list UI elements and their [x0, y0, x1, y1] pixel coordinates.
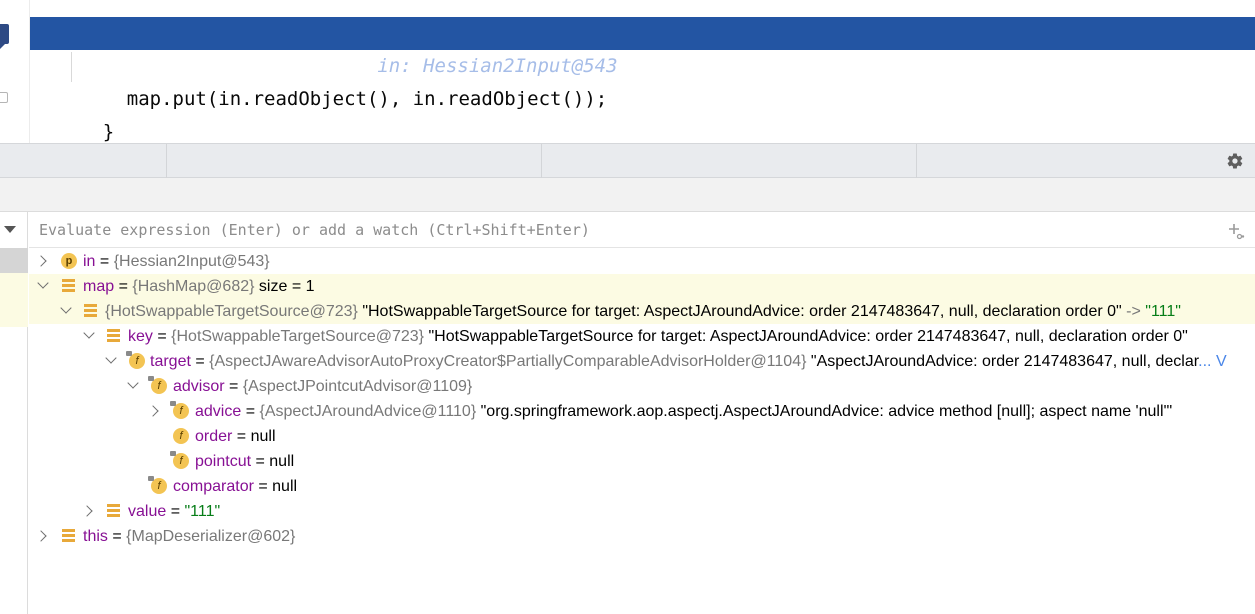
field-icon: f	[173, 428, 189, 444]
chevron-down-icon[interactable]	[127, 377, 139, 389]
variable-size: size = 1	[254, 278, 315, 295]
code-editor[interactable]: while (! in.isEnd()) { in: Hessian2Input…	[0, 0, 1255, 143]
tree-row-advice[interactable]: f advice = {AspectJAroundAdvice@1110} "o…	[29, 399, 1255, 424]
code-line[interactable]: }	[30, 83, 1255, 143]
toolbar-divider	[166, 144, 167, 178]
tree-row-map-entry[interactable]: {HotSwappableTargetSource@723} "HotSwapp…	[29, 299, 1255, 324]
tree-row-in[interactable]: p in = {Hessian2Input@543}	[29, 249, 1255, 274]
variable-description: "HotSwappableTargetSource for target: As…	[362, 303, 1122, 320]
variable-name: comparator	[173, 478, 254, 495]
tree-row-map[interactable]: map = {HashMap@682} size = 1	[29, 274, 1255, 299]
evaluate-bar	[29, 212, 1255, 248]
this-field-icon	[61, 528, 77, 544]
variable-name: key	[128, 328, 153, 345]
variable-name: value	[128, 503, 167, 520]
chevron-right-icon[interactable]	[35, 530, 47, 542]
tree-row-this[interactable]: this = {MapDeserializer@602}	[29, 524, 1255, 549]
variable-value: null	[250, 428, 276, 445]
variable-value: "111"	[1145, 303, 1181, 320]
chevron-down-icon[interactable]	[4, 226, 16, 233]
variable-name: this	[83, 528, 108, 545]
chevron-right-icon[interactable]	[147, 405, 159, 417]
variable-type: {AspectJPointcutAdvisor@1109}	[242, 378, 473, 395]
key-field-icon	[106, 328, 122, 344]
parameter-icon: p	[61, 253, 77, 269]
chevron-down-icon[interactable]	[83, 327, 95, 339]
variable-name: advisor	[173, 378, 225, 395]
variable-description: "HotSwappableTargetSource for target: As…	[428, 328, 1188, 345]
map-field-icon	[61, 278, 77, 294]
chevron-down-icon[interactable]	[105, 352, 117, 364]
variables-tree[interactable]: p in = {Hessian2Input@543} map = {HashMa…	[29, 249, 1255, 614]
field-icon: f	[170, 401, 189, 419]
gear-icon[interactable]	[1226, 152, 1244, 170]
variable-type: {HotSwappableTargetSource@723}	[171, 328, 424, 345]
variable-name: pointcut	[195, 453, 252, 470]
tree-row-value[interactable]: value = "111"	[29, 499, 1255, 524]
tree-row-advisor[interactable]: f advisor = {AspectJPointcutAdvisor@1109…	[29, 374, 1255, 399]
field-icon: f	[126, 351, 145, 369]
tree-row-order[interactable]: f order = null	[29, 424, 1255, 449]
tree-row-target[interactable]: f target = {AspectJAwareAdvisorAutoProxy…	[29, 349, 1255, 374]
variable-name: in	[83, 253, 96, 270]
gutter-fold-icon[interactable]	[0, 92, 8, 103]
debugger-toolbar	[0, 143, 1255, 178]
variable-type: {MapDeserializer@602}	[126, 528, 296, 545]
variable-type: {AspectJAwareAdvisorAutoProxyCreator$Par…	[209, 353, 807, 370]
code-text: }	[102, 121, 115, 143]
toolbar-divider	[541, 144, 542, 178]
frame-highlight	[0, 273, 28, 327]
chevron-right-icon[interactable]	[81, 505, 93, 517]
field-icon: f	[148, 376, 167, 394]
field-icon: f	[148, 476, 167, 494]
variable-name: order	[195, 428, 233, 445]
view-more-link[interactable]: ... V	[1198, 353, 1226, 370]
selected-frame[interactable]	[0, 248, 28, 273]
variable-name: advice	[195, 403, 242, 420]
map-entry-icon	[83, 303, 99, 319]
tree-row-pointcut[interactable]: f pointcut = null	[29, 449, 1255, 474]
code-line[interactable]: map.put(in.readObject(), in.readObject()…	[30, 50, 1255, 110]
current-execution-line[interactable]: while (! in.isEnd()) { in: Hessian2Input…	[30, 17, 1255, 77]
variable-description: "org.springframework.aop.aspectj.AspectJ…	[480, 403, 1173, 420]
variable-name: target	[150, 353, 191, 370]
add-watch-icon[interactable]	[1227, 222, 1245, 240]
variable-value: null	[269, 453, 295, 470]
tree-row-comparator[interactable]: f comparator = null	[29, 474, 1255, 499]
variable-type: {HotSwappableTargetSource@723}	[105, 303, 358, 320]
variable-value: null	[272, 478, 298, 495]
variable-type: {HashMap@682}	[132, 278, 255, 295]
chevron-right-icon[interactable]	[35, 255, 47, 267]
chevron-down-icon[interactable]	[60, 302, 72, 314]
variable-description: "AspectJAroundAdvice: order 2147483647, …	[810, 353, 1199, 370]
value-field-icon	[106, 503, 122, 519]
execution-point-marker	[0, 24, 9, 49]
field-icon: f	[170, 451, 189, 469]
variable-value: "111"	[184, 503, 221, 520]
editor-gutter[interactable]	[0, 0, 30, 143]
debugger-tabs-row	[0, 178, 1255, 212]
variable-type: {Hessian2Input@543}	[113, 253, 270, 270]
chevron-down-icon[interactable]	[37, 277, 49, 289]
toolbar-divider	[916, 144, 917, 178]
tree-row-key[interactable]: key = {HotSwappableTargetSource@723} "Ho…	[29, 324, 1255, 349]
variable-name: map	[83, 278, 115, 295]
variable-type: {AspectJAroundAdvice@1110}	[259, 403, 477, 420]
evaluate-expression-input[interactable]	[39, 212, 1199, 248]
